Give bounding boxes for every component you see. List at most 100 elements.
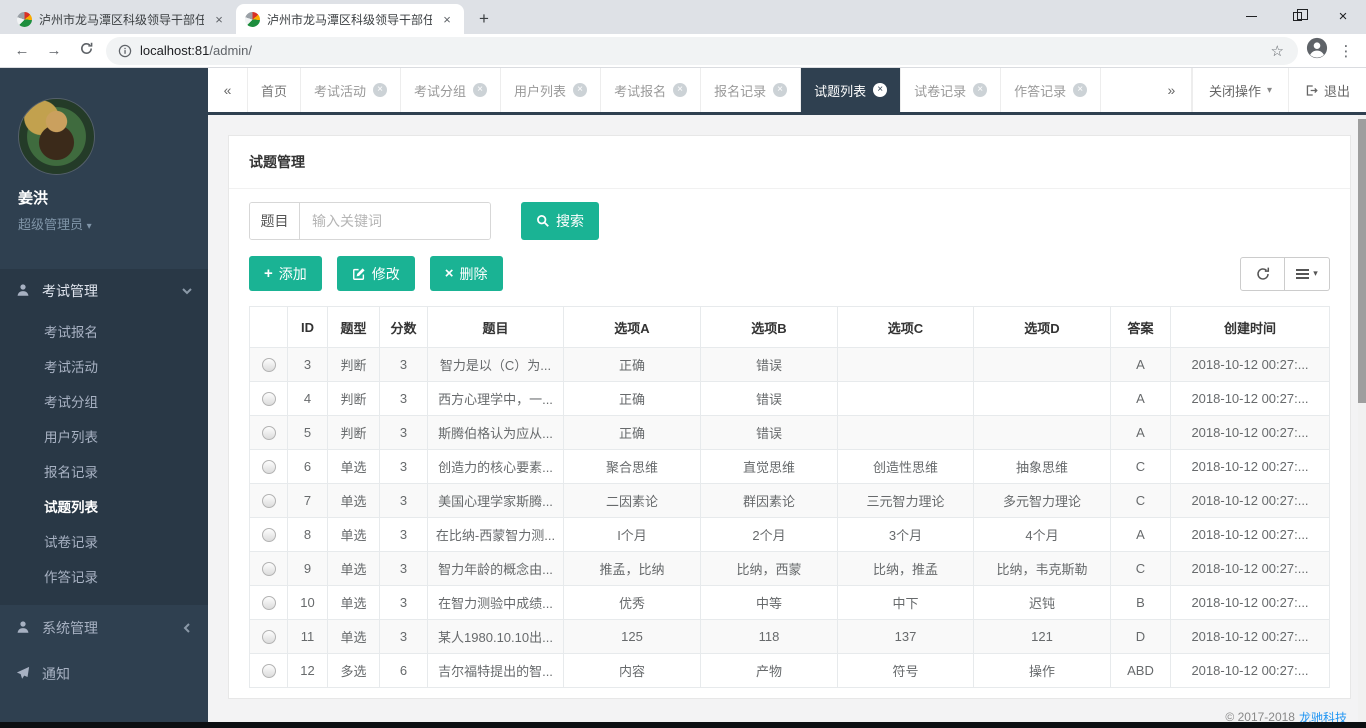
sign-out-icon [1305,84,1318,97]
sidebar-submenu-item[interactable]: 报名记录 [0,455,208,490]
sidebar-submenu-item[interactable]: 试卷记录 [0,525,208,560]
nav-tab-close-icon[interactable]: × [473,83,487,97]
row-radio[interactable] [262,392,276,406]
nav-tab-label: 试题列表 [814,81,866,100]
sidebar-item-system-management[interactable]: 系统管理 [0,605,208,651]
table-tools: ▾ [1240,257,1330,291]
columns-dropdown-button[interactable]: ▾ [1285,257,1330,291]
sidebar-item-exam-management[interactable]: 考试管理 [0,269,208,313]
row-radio[interactable] [262,630,276,644]
close-button[interactable]: × [1320,0,1366,32]
logout-button[interactable]: 退出 [1288,68,1366,112]
new-tab-button[interactable]: + [470,5,498,33]
nav-tab-label: 试卷记录 [914,81,966,100]
sidebar-submenu-item[interactable]: 考试活动 [0,350,208,385]
nav-tab-label: 作答记录 [1014,81,1066,100]
minimize-button[interactable] [1228,0,1274,32]
edit-button[interactable]: 修改 [337,256,415,291]
nav-tab-close-icon[interactable]: × [773,83,787,97]
row-radio[interactable] [262,528,276,542]
row-radio[interactable] [262,358,276,372]
back-icon[interactable]: ← [10,42,34,59]
nav-tab-close-icon[interactable]: × [673,83,687,97]
user-name: 姜洪 [18,187,190,208]
nav-tab[interactable]: 考试报名 × [601,68,701,112]
sidebar-submenu-item[interactable]: 考试报名 [0,315,208,350]
sidebar-menu: 考试管理 考试报名 考试活动 考试分组 用户列表 报名记录 试题列表 试卷记录 … [0,269,208,697]
address-bar[interactable]: localhost:81/admin/ ☆ [106,37,1298,65]
sidebar-item-notice[interactable]: 通知 [0,651,208,697]
browser-menu-icon[interactable]: ⋮ [1336,42,1356,60]
sidebar-submenu-item[interactable]: 考试分组 [0,385,208,420]
nav-tab[interactable]: 试卷记录 × [901,68,1001,112]
scrollbar-thumb[interactable] [1358,119,1366,403]
table-header-cell: 创建时间 [1171,307,1330,348]
nav-tab-label: 报名记录 [714,81,766,100]
browser-tab[interactable]: 泸州市龙马潭区科级领导干部任前 × [8,4,236,34]
sidebar: 姜洪 超级管理员 ▾ 考试管理 考试报名 考试活动 考试分组 [0,68,208,728]
search-field-label: 题目 [250,203,300,239]
window-bottom-edge [0,722,1366,728]
nav-tab-close-icon[interactable]: × [373,83,387,97]
close-operations-dropdown[interactable]: 关闭操作 ▾ [1192,68,1288,112]
refresh-button[interactable] [1240,257,1285,291]
bookmark-star-icon[interactable]: ☆ [1271,42,1284,60]
nav-tab[interactable]: 用户列表 × [501,68,601,112]
browser-tab[interactable]: 泸州市龙马潭区科级领导干部任前 × [236,4,464,34]
row-radio[interactable] [262,664,276,678]
profile-avatar-icon[interactable] [1306,37,1328,64]
table-header-cell: 选项D [974,307,1111,348]
minimize-icon [1246,16,1257,17]
page-tabs-bar: « 首页 考试活动 × 考试分组 × 用户列表 × 考试报名 × 报名记录 × … [208,68,1366,115]
nav-tab-close-icon[interactable]: × [973,83,987,97]
reload-icon[interactable] [74,41,98,60]
sidebar-submenu-item[interactable]: 用户列表 [0,420,208,455]
nav-tab-label: 首页 [261,81,287,100]
row-radio[interactable] [262,562,276,576]
site-favicon-icon [17,12,32,27]
close-icon: × [1339,8,1348,25]
search-icon [536,214,550,228]
sidebar-submenu-item[interactable]: 试题列表 [0,490,208,525]
nav-tab-close-icon[interactable]: × [873,83,887,97]
info-icon[interactable] [118,44,132,58]
nav-tab[interactable]: 考试活动 × [301,68,401,112]
forward-icon[interactable]: → [42,42,66,59]
scroll-tabs-left-button[interactable]: « [208,68,248,112]
nav-tab[interactable]: 作答记录 × [1001,68,1101,112]
search-button[interactable]: 搜索 [521,202,599,240]
table-header-cell: ID [288,307,328,348]
browser-tab-close-icon[interactable]: × [439,12,455,27]
nav-tab-close-icon[interactable]: × [573,83,587,97]
page-scrollbar[interactable] [1358,115,1366,728]
add-button[interactable]: + 添加 [249,256,322,291]
row-radio[interactable] [262,460,276,474]
url-host: localhost:81 [140,43,209,58]
row-radio[interactable] [262,494,276,508]
nav-tab[interactable]: 报名记录 × [701,68,801,112]
nav-tab-close-icon[interactable]: × [1073,83,1087,97]
plus-icon: + [264,266,273,281]
sidebar-submenu-item[interactable]: 作答记录 [0,560,208,595]
table-header-cell: 选项B [701,307,838,348]
user-role[interactable]: 超级管理员 ▾ [18,214,190,233]
user-icon [16,283,32,299]
keyword-input[interactable] [300,203,490,239]
table-row: 11 单选 3 某人1980.10.10出... 125 118 137 121… [250,620,1330,654]
nav-tab[interactable]: 首页 [248,68,301,112]
question-panel: 试题管理 题目 搜索 + [228,135,1351,699]
nav-tab[interactable]: 试题列表 × [801,68,901,112]
restore-button[interactable] [1274,0,1320,32]
site-favicon-icon [245,12,260,27]
user-panel: 姜洪 超级管理员 ▾ [0,68,208,233]
table-header-row: ID题型分数题目选项A选项B选项C选项D答案创建时间 [250,307,1330,348]
scroll-tabs-right-button[interactable]: » [1152,68,1192,112]
row-radio[interactable] [262,426,276,440]
avatar[interactable] [18,98,95,175]
browser-tab-close-icon[interactable]: × [211,12,227,27]
browser-chrome: 泸州市龙马潭区科级领导干部任前 × 泸州市龙马潭区科级领导干部任前 × + × … [0,0,1366,68]
row-radio[interactable] [262,596,276,610]
delete-button[interactable]: × 删除 [430,256,503,291]
table-row: 9 单选 3 智力年龄的概念由... 推孟，比纳 比纳，西蒙 比纳，推孟 比纳，… [250,552,1330,586]
nav-tab[interactable]: 考试分组 × [401,68,501,112]
